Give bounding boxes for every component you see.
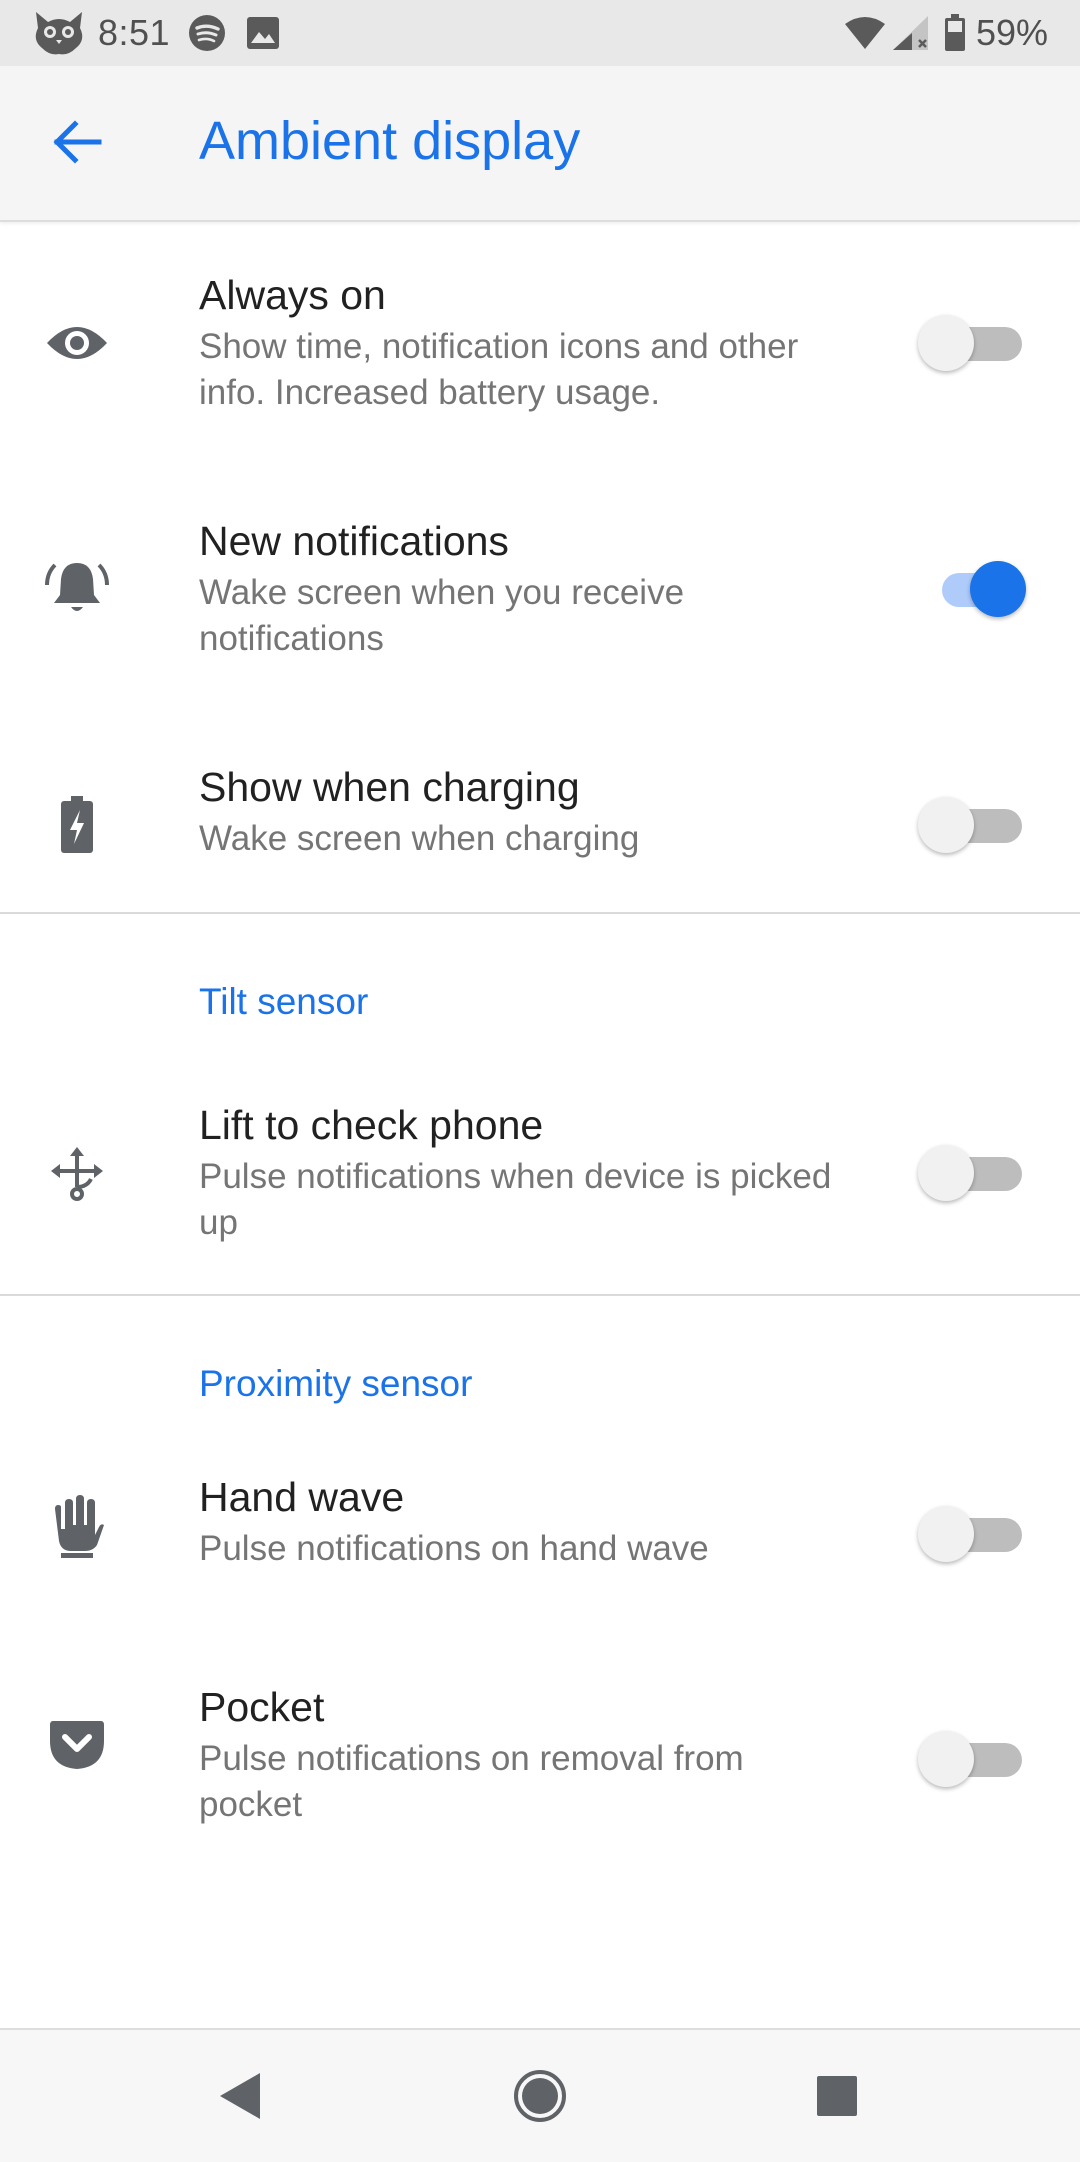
back-button[interactable] — [34, 108, 120, 180]
eye-icon — [36, 302, 118, 384]
cellular-signal-icon — [892, 15, 930, 51]
setting-title: New notifications — [199, 518, 509, 564]
wifi-icon — [844, 16, 886, 50]
setting-title: Hand wave — [199, 1474, 405, 1520]
status-time: 8:51 — [98, 12, 171, 53]
setting-pocket[interactable]: Pocket Pulse notifications on removal fr… — [0, 1640, 1080, 1850]
switch-thumb — [970, 561, 1026, 617]
device-move-icon — [36, 1132, 118, 1214]
switch-thumb — [918, 315, 974, 371]
battery-icon — [944, 14, 966, 52]
setting-summary: Show time, notification icons and other … — [199, 327, 799, 412]
switch-thumb — [918, 1731, 974, 1787]
section-header-tilt-sensor: Tilt sensor — [199, 981, 369, 1022]
setting-show-when-charging-text: Show when charging Wake screen when char… — [199, 762, 839, 862]
switch-thumb — [918, 1506, 974, 1562]
lift-to-check-phone-switch[interactable] — [918, 1135, 1028, 1205]
setting-title: Always on — [199, 272, 386, 318]
setting-title: Show when charging — [199, 764, 580, 810]
home-circle-icon — [512, 2068, 568, 2129]
status-bar-left: 8:51 — [32, 8, 280, 58]
setting-new-notifications-text: New notifications Wake screen when you r… — [199, 516, 839, 662]
setting-show-when-charging[interactable]: Show when charging Wake screen when char… — [0, 750, 1080, 910]
setting-summary: Pulse notifications on removal from pock… — [199, 1739, 744, 1824]
switch-thumb — [918, 1145, 974, 1201]
setting-hand-wave[interactable]: Hand wave Pulse notifications on hand wa… — [0, 1450, 1080, 1610]
bell-ringing-icon — [36, 548, 118, 630]
new-notifications-switch[interactable] — [918, 551, 1028, 621]
switch-thumb — [918, 797, 974, 853]
setting-pocket-text: Pocket Pulse notifications on removal fr… — [199, 1682, 839, 1828]
setting-always-on[interactable]: Always on Show time, notification icons … — [0, 240, 1080, 450]
hand-wave-icon — [36, 1486, 118, 1568]
status-bar-right: 59% — [844, 8, 1048, 58]
nav-back-button[interactable] — [200, 2058, 280, 2138]
divider — [0, 1294, 1080, 1296]
setting-title: Pocket — [199, 1684, 325, 1730]
spotify-icon — [188, 14, 226, 52]
setting-summary: Wake screen when charging — [199, 819, 640, 858]
setting-lift-to-check-phone[interactable]: Lift to check phone Pulse notifications … — [0, 1070, 1080, 1280]
hand-wave-switch[interactable] — [918, 1496, 1028, 1566]
pocket-switch[interactable] — [918, 1721, 1028, 1791]
setting-new-notifications[interactable]: New notifications Wake screen when you r… — [0, 486, 1080, 696]
divider — [0, 912, 1080, 914]
setting-summary: Pulse notifications on hand wave — [199, 1529, 709, 1568]
battery-percent: 59% — [975, 12, 1048, 53]
setting-lift-to-check-phone-text: Lift to check phone Pulse notifications … — [199, 1100, 839, 1246]
back-triangle-icon — [216, 2070, 264, 2127]
recents-square-icon — [814, 2073, 860, 2124]
nav-home-button[interactable] — [500, 2058, 580, 2138]
arrow-back-icon — [51, 119, 103, 169]
always-on-switch[interactable] — [918, 305, 1028, 375]
setting-summary: Pulse notifications when device is picke… — [199, 1157, 832, 1242]
owl-notification-icon — [32, 10, 86, 56]
nav-recents-button[interactable] — [797, 2058, 877, 2138]
show-when-charging-switch[interactable] — [918, 787, 1028, 857]
navigation-bar — [0, 2028, 1080, 2162]
setting-always-on-text: Always on Show time, notification icons … — [199, 270, 839, 416]
setting-hand-wave-text: Hand wave Pulse notifications on hand wa… — [199, 1472, 839, 1572]
status-bar: 8:51 59% — [0, 0, 1080, 66]
page-title: Ambient display — [199, 111, 581, 171]
battery-charging-icon — [36, 784, 118, 866]
app-bar: Ambient display — [0, 66, 1080, 222]
section-header-proximity-sensor: Proximity sensor — [199, 1363, 473, 1404]
image-icon — [246, 16, 280, 50]
setting-title: Lift to check phone — [199, 1102, 544, 1148]
pocket-icon — [36, 1704, 118, 1786]
setting-summary: Wake screen when you receive notificatio… — [199, 573, 685, 658]
